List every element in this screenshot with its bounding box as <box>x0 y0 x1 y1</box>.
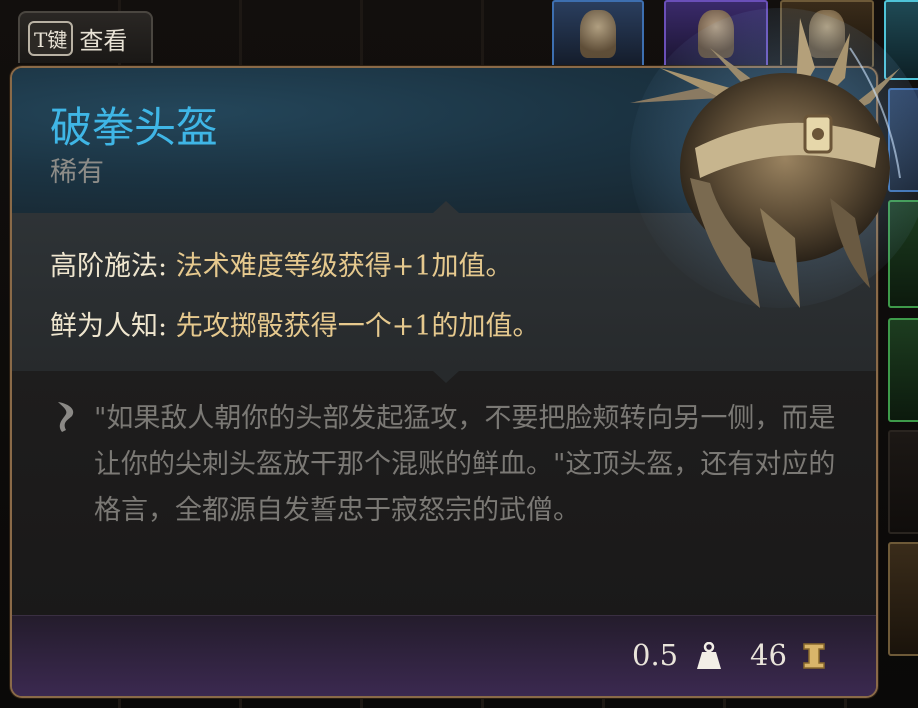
view-button[interactable]: T键 查看 <box>18 11 153 63</box>
property-description: 先攻掷骰获得一个+1的加值。 <box>175 311 540 342</box>
gold-value: 46 <box>750 638 787 672</box>
lore-text: "如果敌人朝你的头部发起猛攻，不要把脸颊转向另一侧，而是让你的尖刺头盔放干那个混… <box>94 403 836 526</box>
inventory-slot[interactable] <box>888 430 918 534</box>
weight-icon <box>697 642 721 669</box>
weight-value: 0.5 <box>632 638 679 672</box>
item-rarity: 稀有 <box>50 157 104 188</box>
property-name: 高阶施法: <box>50 251 168 282</box>
tooltip-footer: 0.5 46 <box>12 615 876 696</box>
item-name: 破拳头盔 <box>50 103 219 152</box>
helmet-image <box>630 8 918 308</box>
divider-notch-icon <box>433 201 459 213</box>
property-name: 鲜为人知: <box>50 311 168 342</box>
quill-icon <box>58 402 74 432</box>
view-button-label: 查看 <box>79 26 128 55</box>
property-description: 法术难度等级获得+1加值。 <box>175 251 513 282</box>
t-key-badge: T键 <box>28 20 74 56</box>
property-row: 高阶施法: 法术难度等级获得+1加值。 <box>50 244 513 283</box>
property-row: 鲜为人知: 先攻掷骰获得一个+1的加值。 <box>50 304 540 343</box>
inventory-slot[interactable] <box>888 318 918 422</box>
divider-notch-icon <box>433 371 459 383</box>
inventory-slot[interactable] <box>888 542 918 656</box>
gold-value-icon <box>803 643 825 669</box>
